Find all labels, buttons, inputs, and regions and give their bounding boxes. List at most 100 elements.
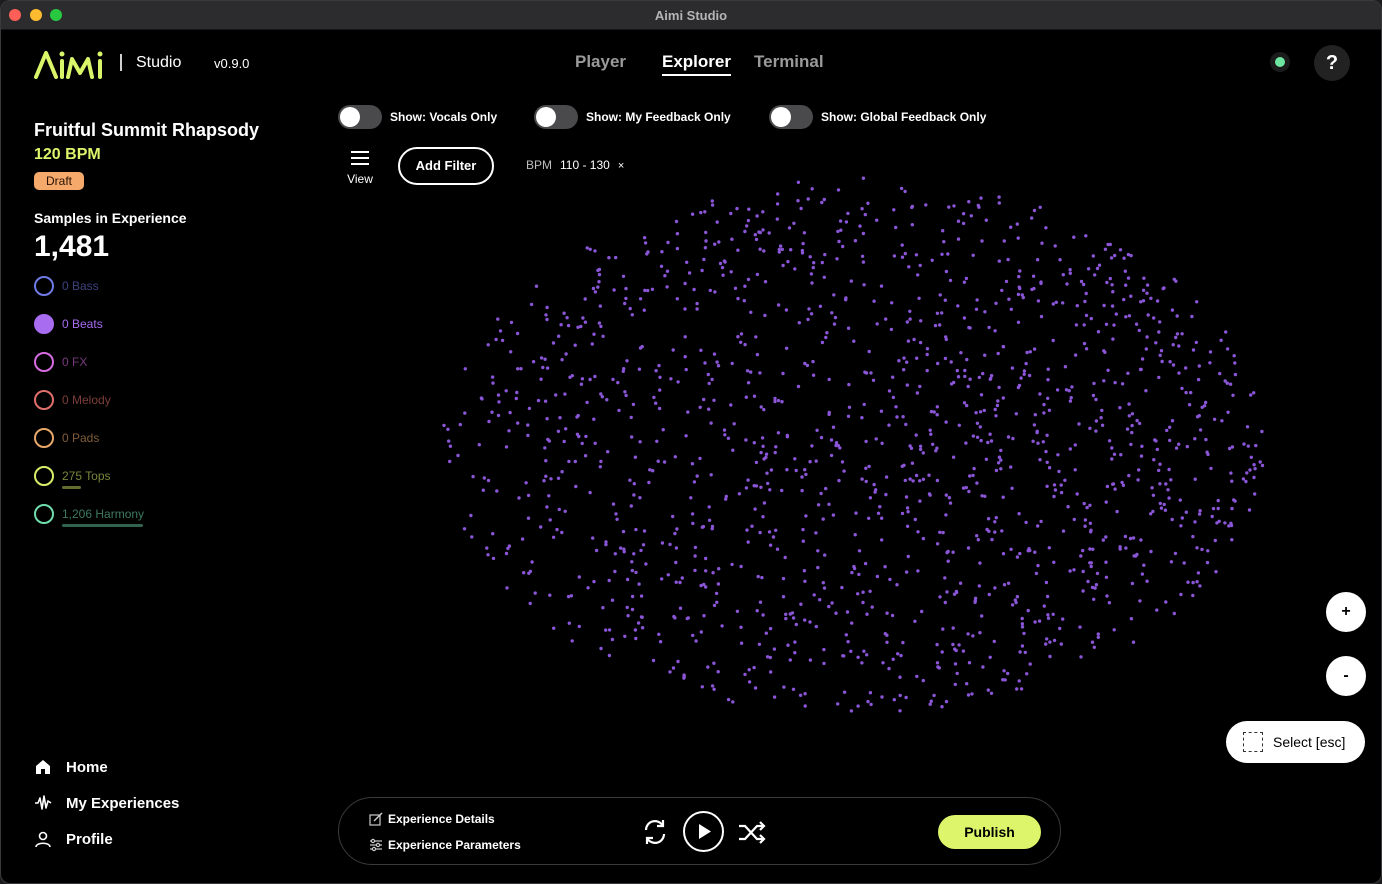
sample-point[interactable] [1113,487,1117,491]
sample-point[interactable] [908,317,912,321]
sample-point[interactable] [700,525,705,529]
sample-point[interactable] [686,616,690,620]
sample-point[interactable] [981,665,985,669]
sample-point[interactable] [651,658,656,663]
sample-point[interactable] [822,661,826,666]
sample-point[interactable] [899,186,904,191]
sample-point[interactable] [1126,252,1131,257]
sample-point[interactable] [1258,460,1262,464]
sample-point[interactable] [1198,428,1203,432]
sample-point[interactable] [1084,347,1089,351]
sample-point[interactable] [891,657,895,661]
sample-point[interactable] [1044,642,1048,646]
sample-point[interactable] [803,579,807,583]
sample-point[interactable] [976,538,980,542]
sample-point[interactable] [1180,516,1185,520]
sample-point[interactable] [1229,471,1233,475]
sample-point[interactable] [760,436,765,440]
sample-point[interactable] [1092,597,1096,601]
sample-point[interactable] [1129,442,1133,447]
sample-point[interactable] [1173,551,1178,556]
sample-point[interactable] [638,346,643,350]
sample-point[interactable] [1135,552,1139,557]
sample-point[interactable] [831,513,836,517]
sample-point[interactable] [632,552,636,556]
sample-point[interactable] [1180,332,1184,336]
sample-point[interactable] [662,460,667,464]
sample-point[interactable] [651,469,655,473]
sample-point[interactable] [898,693,902,698]
sample-point[interactable] [1137,328,1142,333]
sample-point[interactable] [989,439,994,443]
sample-point[interactable] [858,224,862,228]
sample-point[interactable] [658,375,662,379]
sample-point[interactable] [822,647,826,652]
sample-point[interactable] [1022,372,1026,376]
sample-point[interactable] [1157,375,1161,380]
sample-point[interactable] [1104,560,1108,564]
sample-point[interactable] [1021,295,1025,300]
sample-point[interactable] [1016,320,1021,324]
sample-point[interactable] [1061,273,1066,277]
sample-point[interactable] [1015,595,1020,599]
sample-point[interactable] [706,372,710,377]
sample-point[interactable] [927,492,932,496]
sample-point[interactable] [767,530,772,534]
sample-point[interactable] [1206,549,1210,553]
sample-point[interactable] [894,225,898,230]
sample-point[interactable] [1106,368,1110,372]
sample-point[interactable] [1053,244,1057,248]
sample-point[interactable] [822,275,826,279]
sample-point[interactable] [551,341,556,345]
sample-point[interactable] [507,429,511,433]
sample-point[interactable] [699,583,703,588]
sample-point[interactable] [975,481,979,485]
sample-point[interactable] [687,271,692,275]
sample-point[interactable] [1186,580,1190,584]
sample-point[interactable] [722,259,727,263]
sample-point[interactable] [710,524,715,529]
sample-point[interactable] [593,441,597,445]
sample-point[interactable] [710,527,714,531]
sample-point[interactable] [800,248,805,253]
sample-point[interactable] [1091,547,1095,551]
sample-point[interactable] [1230,506,1234,511]
sample-point[interactable] [867,349,871,354]
sample-point[interactable] [605,398,609,402]
sample-point[interactable] [657,363,661,368]
sample-point[interactable] [997,385,1001,390]
sample-point[interactable] [784,612,788,616]
sample-point[interactable] [809,312,814,316]
sample-point[interactable] [690,512,695,516]
sample-point[interactable] [794,622,798,627]
sample-point[interactable] [1170,308,1175,312]
sample-point[interactable] [966,546,971,550]
sample-point[interactable] [759,450,763,455]
sample-point[interactable] [470,535,474,539]
sample-point[interactable] [965,682,969,686]
sample-point[interactable] [685,616,689,621]
sample-point[interactable] [903,189,907,194]
sample-point[interactable] [652,395,656,400]
sample-point[interactable] [835,257,839,261]
sample-point[interactable] [695,307,699,311]
sample-point[interactable] [693,545,698,550]
sample-point[interactable] [820,260,824,265]
sample-point[interactable] [849,649,853,653]
sample-point[interactable] [1027,547,1031,551]
sample-point[interactable] [1110,283,1114,287]
sample-point[interactable] [1179,592,1183,597]
sample-point[interactable] [596,268,600,273]
sample-point[interactable] [801,527,805,532]
sample-point[interactable] [692,480,697,484]
sample-point[interactable] [1034,571,1039,576]
sample-point[interactable] [1171,363,1176,367]
sample-point[interactable] [570,639,574,643]
sample-point[interactable] [947,496,952,500]
sample-point[interactable] [908,444,912,448]
sample-point[interactable] [1107,439,1112,443]
sample-point[interactable] [745,224,749,228]
sample-point[interactable] [786,259,790,264]
sample-point[interactable] [891,375,895,379]
sample-point[interactable] [613,552,617,556]
